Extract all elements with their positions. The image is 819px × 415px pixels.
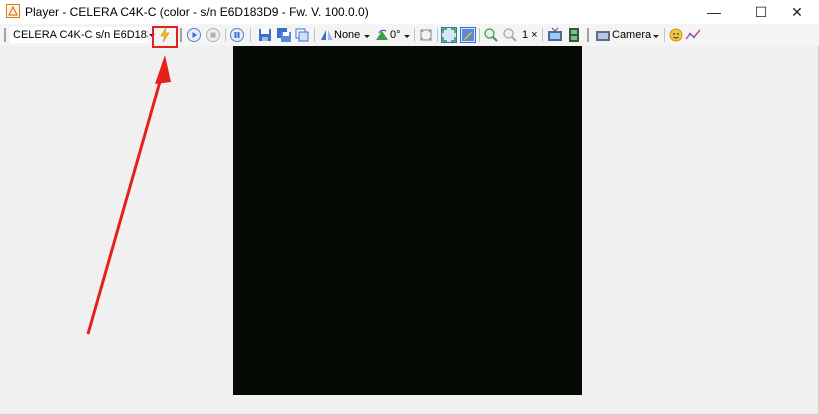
annotation-arrow [86,55,171,335]
player-window: Player - CELERA C4K-C (color - s/n E6D18… [0,0,819,415]
